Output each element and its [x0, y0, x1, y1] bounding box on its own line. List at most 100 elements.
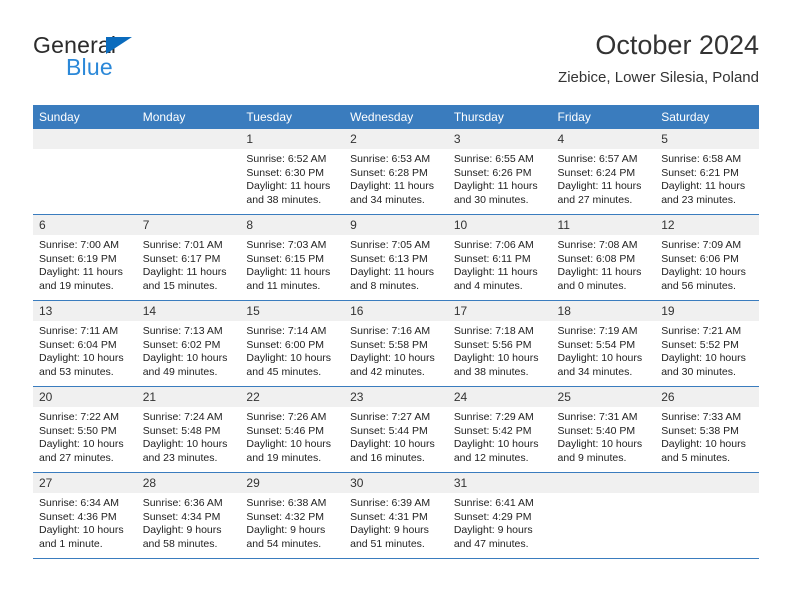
sunset-time: Sunset: 6:30 PM: [246, 166, 325, 179]
calendar-day-cell[interactable]: 20 Sunrise: 7:22 AM Sunset: 5:50 PM Dayligh…: [33, 386, 137, 473]
calendar-day-cell[interactable]: 27 Sunrise: 6:34 AM Sunset: 4:36 PM Dayligh…: [33, 472, 137, 559]
day-number: 11: [551, 215, 656, 235]
sunrise-time: Sunrise: 7:16 AM: [350, 325, 431, 337]
calendar-day-cell[interactable]: 13 Sunrise: 7:11 AM Sunset: 6:04 PM Dayligh…: [33, 300, 137, 387]
sunset-time: Sunset: 6:19 PM: [39, 252, 117, 265]
day-number: 17: [447, 301, 552, 321]
day-details: Sunrise: 7:16 AM Sunset: 5:58 PM Daylight:…: [344, 321, 448, 379]
sunrise-time: Sunrise: 7:31 AM: [557, 411, 638, 423]
day-details: Sunrise: 7:01 AM Sunset: 6:17 PM Daylight:…: [137, 235, 241, 293]
sunrise-time: Sunrise: 7:24 AM: [142, 411, 223, 423]
sunset-time: Sunset: 6:00 PM: [246, 338, 325, 351]
day-number: 18: [551, 301, 656, 321]
calendar-day-cell[interactable]: 17 Sunrise: 7:18 AM Sunset: 5:56 PM Dayligh…: [447, 300, 552, 387]
day-number: 12: [655, 215, 759, 235]
calendar-day-cell[interactable]: 9 Sunrise: 7:05 AM Sunset: 6:13 PM Daylight…: [344, 214, 448, 301]
sunset-time: Sunset: 5:42 PM: [453, 424, 532, 437]
calendar-day-cell[interactable]: 24 Sunrise: 7:29 AM Sunset: 5:42 PM Dayligh…: [447, 386, 552, 473]
weekday-header-friday: Friday: [551, 105, 656, 129]
calendar-day-cell[interactable]: 19 Sunrise: 7:21 AM Sunset: 5:52 PM Dayligh…: [655, 300, 759, 387]
calendar-day-cell[interactable]: 7 Sunrise: 7:01 AM Sunset: 6:17 PM Daylight…: [136, 214, 241, 301]
calendar-day-cell[interactable]: 6 Sunrise: 7:00 AM Sunset: 6:19 PM Daylight…: [33, 214, 137, 301]
daylight-duration: Daylight: 9 hours and 54 minutes.: [246, 524, 326, 550]
calendar-day-cell[interactable]: 22 Sunrise: 7:26 AM Sunset: 5:46 PM Dayligh…: [240, 386, 345, 473]
day-details: Sunrise: 7:03 AM Sunset: 6:15 PM Daylight:…: [240, 235, 344, 293]
daylight-duration: Daylight: 10 hours and 1 minute.: [39, 524, 124, 550]
calendar-day-cell[interactable]: 1 Sunrise: 6:52 AM Sunset: 6:30 PM Daylight…: [240, 129, 345, 215]
calendar-day-cell[interactable]: 21 Sunrise: 7:24 AM Sunset: 5:48 PM Dayligh…: [136, 386, 241, 473]
calendar-day-cell[interactable]: 23 Sunrise: 7:27 AM Sunset: 5:44 PM Dayligh…: [344, 386, 448, 473]
calendar-day-cell[interactable]: 18 Sunrise: 7:19 AM Sunset: 5:54 PM Dayligh…: [551, 300, 656, 387]
calendar-week-row: 27 Sunrise: 6:34 AM Sunset: 4:36 PM Dayligh…: [33, 472, 759, 559]
calendar-day-cell[interactable]: 16 Sunrise: 7:16 AM Sunset: 5:58 PM Dayligh…: [344, 300, 448, 387]
calendar-day-cell[interactable]: 29 Sunrise: 6:38 AM Sunset: 4:32 PM Dayligh…: [240, 472, 345, 559]
calendar-day-cell[interactable]: 25 Sunrise: 7:31 AM Sunset: 5:40 PM Dayligh…: [551, 386, 656, 473]
calendar-day-cell[interactable]: 3 Sunrise: 6:55 AM Sunset: 6:26 PM Daylight…: [447, 129, 552, 215]
daylight-duration: Daylight: 11 hours and 23 minutes.: [661, 180, 746, 206]
sunrise-time: Sunrise: 7:01 AM: [142, 239, 223, 251]
sunset-time: Sunset: 5:44 PM: [350, 424, 428, 437]
day-details: Sunrise: 7:31 AM Sunset: 5:40 PM Daylight:…: [552, 407, 656, 465]
calendar-day-cell[interactable]: 31 Sunrise: 6:41 AM Sunset: 4:29 PM Dayligh…: [447, 472, 552, 559]
calendar-day-cell[interactable]: 12 Sunrise: 7:09 AM Sunset: 6:06 PM Dayligh…: [655, 214, 759, 301]
calendar-day-cell-empty: [33, 129, 137, 215]
day-details: Sunrise: 7:08 AM Sunset: 6:08 PM Daylight:…: [552, 235, 656, 293]
daylight-duration: Daylight: 10 hours and 45 minutes.: [246, 352, 332, 378]
calendar-day-cell[interactable]: 8 Sunrise: 7:03 AM Sunset: 6:15 PM Daylight…: [240, 214, 345, 301]
calendar-day-cell-empty: [551, 472, 656, 559]
daylight-duration: Daylight: 11 hours and 38 minutes.: [246, 180, 331, 206]
daylight-duration: Daylight: 9 hours and 51 minutes.: [350, 524, 429, 550]
sunset-time: Sunset: 6:15 PM: [246, 252, 325, 265]
calendar-day-cell[interactable]: 2 Sunrise: 6:53 AM Sunset: 6:28 PM Daylight…: [344, 129, 448, 215]
daylight-duration: Daylight: 10 hours and 27 minutes.: [39, 438, 124, 464]
calendar-day-cell[interactable]: 15 Sunrise: 7:14 AM Sunset: 6:00 PM Dayligh…: [240, 300, 345, 387]
day-details: Sunrise: 7:27 AM Sunset: 5:44 PM Daylight:…: [344, 407, 448, 465]
sunset-time: Sunset: 5:58 PM: [350, 338, 428, 351]
logo-triangle-icon: [106, 37, 132, 54]
daylight-duration: Daylight: 11 hours and 8 minutes.: [350, 266, 434, 292]
day-number: 30: [344, 473, 448, 493]
calendar-day-cell[interactable]: 14 Sunrise: 7:13 AM Sunset: 6:02 PM Dayligh…: [136, 300, 241, 387]
sunrise-time: Sunrise: 7:11 AM: [39, 325, 119, 337]
calendar-day-cell[interactable]: 28 Sunrise: 6:36 AM Sunset: 4:34 PM Dayligh…: [136, 472, 241, 559]
day-details: Sunrise: 6:34 AM Sunset: 4:36 PM Daylight:…: [33, 493, 137, 551]
daylight-duration: Daylight: 10 hours and 12 minutes.: [453, 438, 539, 464]
calendar-day-cell[interactable]: 4 Sunrise: 6:57 AM Sunset: 6:24 PM Daylight…: [551, 129, 656, 215]
sunrise-time: Sunrise: 7:33 AM: [661, 411, 742, 423]
day-details: Sunrise: 6:39 AM Sunset: 4:31 PM Daylight:…: [344, 493, 448, 551]
calendar-day-cell[interactable]: 30 Sunrise: 6:39 AM Sunset: 4:31 PM Dayligh…: [344, 472, 448, 559]
sunrise-time: Sunrise: 7:18 AM: [453, 325, 534, 337]
day-number: 2: [344, 129, 448, 149]
sunrise-time: Sunrise: 6:58 AM: [661, 153, 742, 165]
day-details: Sunrise: 7:19 AM Sunset: 5:54 PM Daylight:…: [552, 321, 656, 379]
sunset-time: Sunset: 4:36 PM: [39, 510, 117, 523]
daylight-duration: Daylight: 11 hours and 27 minutes.: [557, 180, 642, 206]
day-number: [33, 129, 137, 149]
day-details: Sunrise: 7:24 AM Sunset: 5:48 PM Daylight:…: [137, 407, 241, 465]
calendar-week-row: 13 Sunrise: 7:11 AM Sunset: 6:04 PM Dayligh…: [33, 300, 759, 387]
calendar-day-cell[interactable]: 11 Sunrise: 7:08 AM Sunset: 6:08 PM Dayligh…: [551, 214, 656, 301]
sunset-time: Sunset: 4:34 PM: [142, 510, 221, 523]
daylight-duration: Daylight: 10 hours and 23 minutes.: [142, 438, 228, 464]
calendar-day-cell[interactable]: 26 Sunrise: 7:33 AM Sunset: 5:38 PM Dayligh…: [655, 386, 759, 473]
sunset-time: Sunset: 5:50 PM: [39, 424, 117, 437]
sunrise-time: Sunrise: 7:09 AM: [661, 239, 742, 251]
calendar-week-row: 1 Sunrise: 6:52 AM Sunset: 6:30 PM Daylight…: [33, 129, 759, 215]
sunrise-time: Sunrise: 7:22 AM: [39, 411, 119, 423]
daylight-duration: Daylight: 11 hours and 15 minutes.: [142, 266, 227, 292]
daylight-duration: Daylight: 11 hours and 11 minutes.: [246, 266, 331, 292]
day-details: Sunrise: 7:21 AM Sunset: 5:52 PM Daylight:…: [655, 321, 759, 379]
sunrise-time: Sunrise: 6:52 AM: [246, 153, 327, 165]
page-header: General Blue October 2024 Ziebice, Lower…: [33, 28, 759, 98]
day-number: 15: [240, 301, 345, 321]
day-number: 28: [136, 473, 241, 493]
weekday-header-monday: Monday: [136, 105, 241, 129]
day-number: [655, 473, 759, 493]
daylight-duration: Daylight: 10 hours and 56 minutes.: [661, 266, 746, 292]
day-number: 4: [551, 129, 656, 149]
calendar-body: 1 Sunrise: 6:52 AM Sunset: 6:30 PM Daylight…: [33, 129, 759, 559]
calendar-day-cell[interactable]: 5 Sunrise: 6:58 AM Sunset: 6:21 PM Daylight…: [655, 129, 759, 215]
calendar-day-cell[interactable]: 10 Sunrise: 7:06 AM Sunset: 6:11 PM Dayligh…: [447, 214, 552, 301]
daylight-duration: Daylight: 10 hours and 38 minutes.: [453, 352, 539, 378]
weekday-header-row: Sunday Monday Tuesday Wednesday Thursday Frid…: [33, 105, 759, 129]
